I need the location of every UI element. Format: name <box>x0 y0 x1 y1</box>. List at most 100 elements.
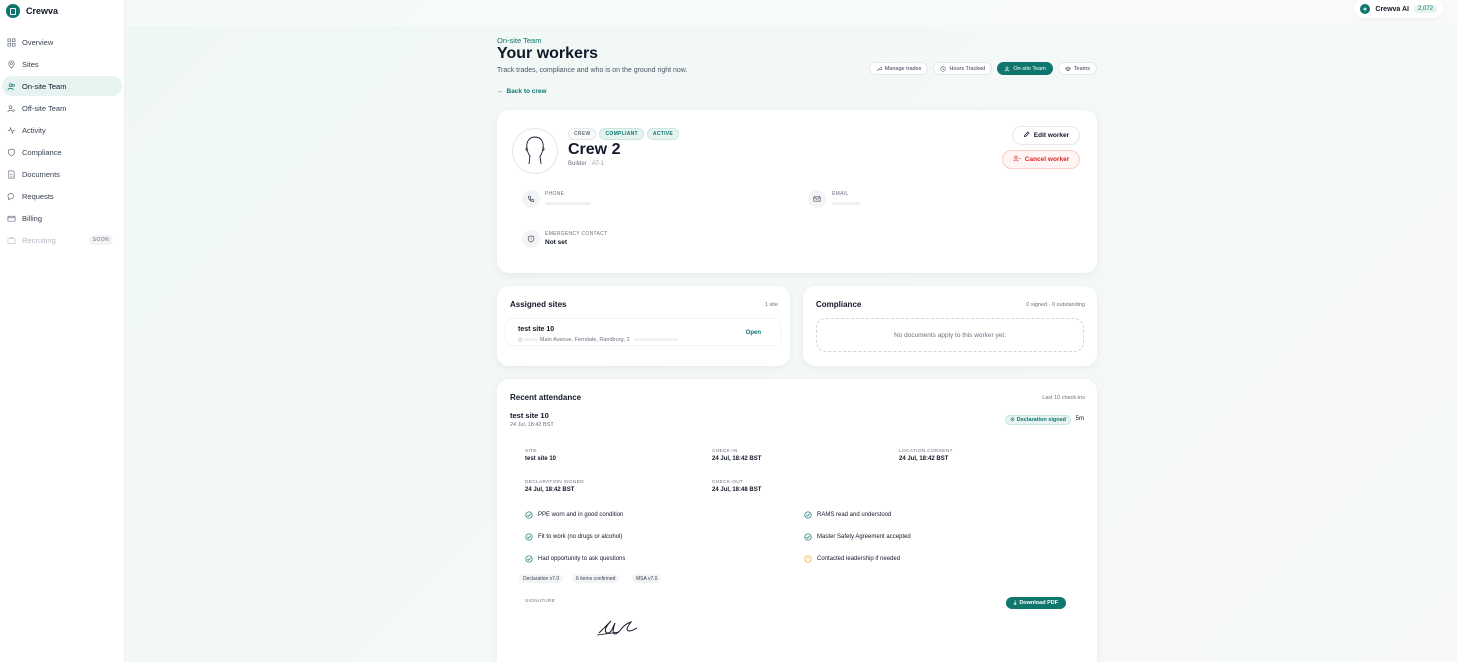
declaration-badge-label: Declaration signed <box>1016 417 1066 423</box>
check-circle-icon <box>804 533 812 541</box>
phone-icon <box>522 190 540 208</box>
sidebar-item-label: On-site Team <box>22 81 67 91</box>
sidebar-item-label: Off-site Team <box>22 103 67 113</box>
sidebar-item-compliance[interactable]: Compliance <box>2 142 122 162</box>
recent-attendance-title: Recent attendance <box>510 393 582 402</box>
attendance-date: 24 Jul, 18:42 BST <box>510 422 554 428</box>
check-circle-icon <box>525 555 533 563</box>
pencil-icon <box>1023 131 1030 140</box>
field-consent-value: 24 Jul, 18:42 BST <box>899 456 949 462</box>
page-title: Your workers <box>497 45 599 62</box>
edit-worker-button[interactable]: Edit worker <box>1012 126 1080 145</box>
sidebar-item-on-site-team[interactable]: On-site Team <box>2 76 122 96</box>
checklist-item: PPE worn and in good condition <box>525 511 623 519</box>
assigned-sites-card: Assigned sites 1 site test site 10 ◎ Mai… <box>497 286 790 366</box>
checklist-label: RAMS read and understood <box>817 512 892 518</box>
cancel-worker-label: Cancel worker <box>1024 156 1070 163</box>
sidebar-item-recruiting: Recruiting SOON <box>2 230 122 250</box>
sidebar-item-billing[interactable]: Billing <box>2 208 122 228</box>
tab-teams[interactable]: Teams <box>1057 62 1097 75</box>
download-pdf-label: Download PDF <box>1019 600 1059 606</box>
checklist-item: Contacted leadership if needed <box>804 555 900 563</box>
field-consent-label: LOCATION CONSENT <box>899 449 953 454</box>
site-row[interactable]: test site 10 ◎ Main Avenue, Ferndale, Ra… <box>505 318 782 346</box>
field-declared-label: DECLARATION SIGNED <box>525 480 584 485</box>
back-to-crew-link[interactable]: ← Back to crew <box>497 88 547 95</box>
briefcase-icon <box>7 236 16 245</box>
checklist-item: Had opportunity to ask questions <box>525 555 625 563</box>
field-declared-value: 24 Jul, 18:42 BST <box>525 487 575 493</box>
check-circle-icon <box>525 533 533 541</box>
compliance-card: Compliance 0 signed · 0 outstanding No d… <box>803 286 1097 366</box>
site-address: ◎ Main Avenue, Ferndale, Randburg, 2 <box>518 337 679 343</box>
user-minus-icon <box>1013 155 1021 164</box>
cancel-worker-button[interactable]: Cancel worker <box>1002 150 1080 169</box>
tab-manage-trades[interactable]: Manage trades <box>868 62 929 75</box>
document-icon <box>7 170 16 179</box>
msa-version-chip: MSA v7.0 <box>632 574 662 583</box>
recent-attendance-card: Recent attendance Last 10 check-ins test… <box>497 379 1097 662</box>
field-checkin-value: 24 Jul, 18:42 BST <box>712 456 762 462</box>
brand[interactable]: Crewva <box>0 0 124 22</box>
worker-name: Crew 2 <box>568 141 621 158</box>
checklist-label: Fit to work (no drugs or alcohol) <box>538 534 623 540</box>
sidebar-item-activity[interactable]: Activity <box>2 120 122 140</box>
sidebar-item-overview[interactable]: Overview <box>2 32 122 52</box>
tab-label: On-site Team <box>1013 65 1046 72</box>
arrow-left-icon: ← <box>497 88 504 95</box>
worker-role: Builder · AT-1 <box>568 161 604 167</box>
sidebar-item-label: Activity <box>22 125 46 135</box>
email-value-redacted <box>832 202 860 205</box>
map-pin-icon: ◎ <box>518 337 523 343</box>
sidebar-item-label: Requests <box>22 191 54 201</box>
tab-label: Hours Tracked <box>949 65 986 72</box>
shield-icon <box>7 148 16 157</box>
worker-trade: Builder <box>568 161 587 167</box>
layers-icon <box>1064 66 1071 71</box>
tab-label: Manage trades <box>884 65 922 72</box>
sidebar-item-label: Recruiting <box>22 235 56 245</box>
activity-icon <box>7 126 16 135</box>
status-badges: CREW COMPLIANT ACTIVE <box>568 128 680 140</box>
email-label: EMAIL <box>832 191 849 197</box>
badge-active: ACTIVE <box>646 128 680 140</box>
check-circle-icon <box>804 511 812 519</box>
role-separator: · <box>588 161 591 167</box>
sidebar-item-documents[interactable]: Documents <box>2 164 122 184</box>
avatar <box>512 128 558 174</box>
assigned-sites-count: 1 site <box>764 302 778 308</box>
section-tabs: Manage trades Hours Tracked On-site Team… <box>868 62 1097 75</box>
worker-code: AT-1 <box>591 161 604 167</box>
tab-hours-tracked[interactable]: Hours Tracked <box>933 62 993 75</box>
ai-credit-count: 2,072 <box>1413 5 1437 13</box>
edit-worker-label: Edit worker <box>1033 132 1070 139</box>
badge-crew: CREW <box>568 128 597 140</box>
ai-label: Crewva AI <box>1375 5 1409 13</box>
sidebar-item-sites[interactable]: Sites <box>2 54 122 74</box>
person-silhouette-icon <box>525 136 545 165</box>
items-confirmed-chip: 6 items confirmed <box>572 574 620 583</box>
field-checkout-value: 24 Jul, 18:48 BST <box>712 487 762 493</box>
open-site-link[interactable]: Open <box>746 330 761 336</box>
chat-icon <box>7 192 16 201</box>
sidebar-item-label: Compliance <box>22 147 62 157</box>
card-icon <box>7 214 16 223</box>
tab-on-site-team[interactable]: On-site Team <box>997 62 1053 75</box>
declaration-signed-badge: ⊙ Declaration signed <box>1005 415 1071 425</box>
checklist-label: PPE worn and in good condition <box>538 512 624 518</box>
sidebar-item-off-site-team[interactable]: Off-site Team <box>2 98 122 118</box>
check-circle-icon: ⊙ <box>1010 417 1015 423</box>
sidebar-item-label: Sites <box>22 59 39 69</box>
checklist-item: Master Safety Agreement accepted <box>804 533 911 541</box>
field-checkin-label: CHECK-IN <box>712 449 738 454</box>
phone-value-redacted <box>545 202 591 205</box>
sidebar-nav: Overview Sites On-site Team Off-site Tea… <box>0 32 124 250</box>
top-bar <box>125 0 1457 26</box>
mail-icon <box>808 190 826 208</box>
sidebar-item-requests[interactable]: Requests <box>2 186 122 206</box>
badge-compliant: COMPLIANT <box>599 128 644 140</box>
recent-attendance-meta: Last 10 check-ins <box>1042 395 1085 401</box>
download-pdf-button[interactable]: ⤓ Download PDF <box>1006 597 1066 609</box>
crewva-ai-button[interactable]: Crewva AI 2,072 <box>1354 0 1443 18</box>
emergency-contact-label: EMERGENCY CONTACT <box>545 231 608 237</box>
